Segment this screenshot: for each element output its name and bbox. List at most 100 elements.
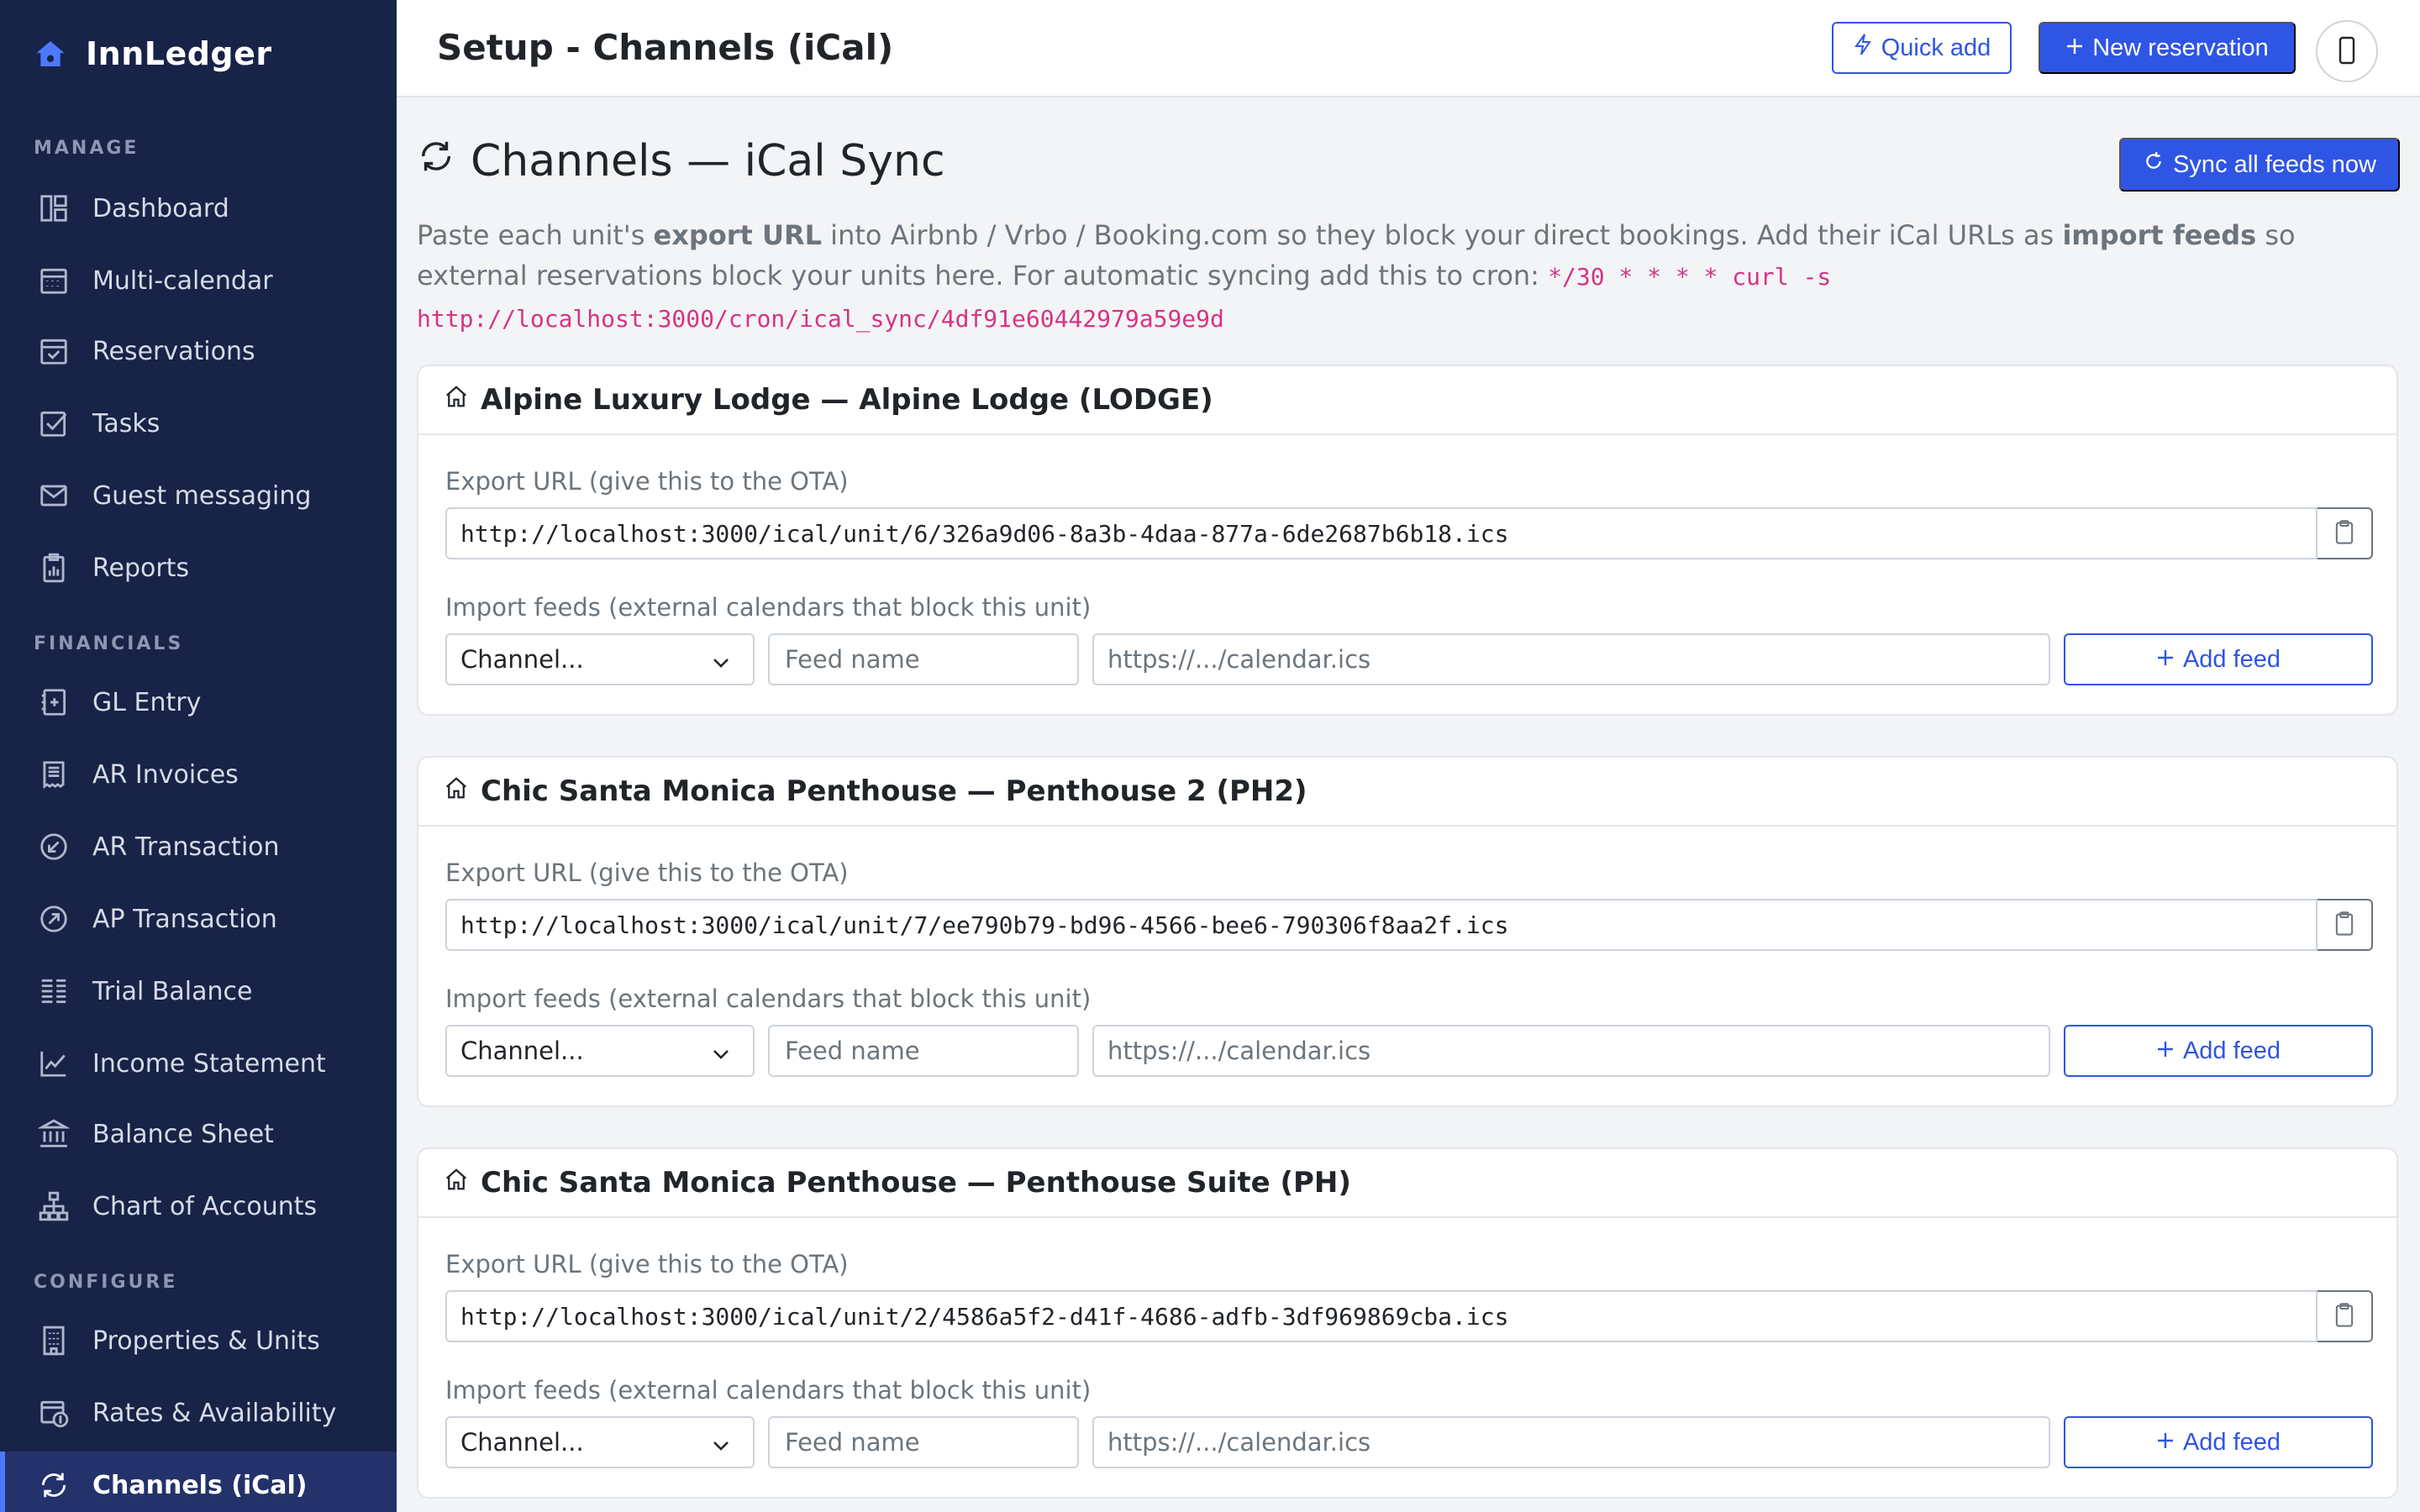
sidebar-item-rates-availability[interactable]: Rates & Availability xyxy=(0,1379,397,1446)
add-feed-button[interactable]: Add feed xyxy=(2064,1025,2373,1077)
copy-button[interactable] xyxy=(2317,507,2373,559)
card-header: Alpine Luxury Lodge — Alpine Lodge (LODG… xyxy=(418,366,2396,435)
intro-part: into Airbnb / Vrbo / Booking.com so they… xyxy=(822,219,2063,251)
new-reservation-button[interactable]: New reservation xyxy=(2039,22,2296,74)
sidebar-item-label: Multi-calendar xyxy=(92,265,273,296)
chevron-down-icon xyxy=(711,1433,731,1462)
clipboard-icon xyxy=(2333,519,2356,549)
refresh-icon xyxy=(2143,150,2165,179)
house-icon xyxy=(444,774,469,808)
sidebar-item-ap-transaction[interactable]: AP Transaction xyxy=(0,885,397,953)
copy-button[interactable] xyxy=(2317,1290,2373,1342)
add-feed-label: Add feed xyxy=(2182,1037,2281,1064)
feed-name-input[interactable]: Feed name xyxy=(768,1416,1079,1468)
sidebar-item-tasks[interactable]: Tasks xyxy=(0,390,397,457)
import-feeds-label: Import feeds (external calendars that bl… xyxy=(445,1376,1092,1404)
channel-select[interactable]: Channel... xyxy=(445,633,755,685)
heading-text: Channels — iCal Sync xyxy=(471,136,945,186)
plus-icon xyxy=(2065,34,2084,62)
mobile-view-button[interactable] xyxy=(2316,20,2378,82)
plus-icon xyxy=(2156,646,2175,674)
sidebar-item-channels-ical[interactable]: Channels (iCal) xyxy=(0,1452,397,1512)
export-url-group: http://localhost:3000/ical/unit/2/4586a5… xyxy=(445,1290,2373,1342)
unit-card: Chic Santa Monica Penthouse — Penthouse … xyxy=(417,756,2398,1107)
plus-icon xyxy=(2156,1429,2175,1457)
sidebar-item-label: Income Statement xyxy=(92,1048,326,1079)
unit-card: Alpine Luxury Lodge — Alpine Lodge (LODG… xyxy=(417,365,2398,716)
sidebar-item-multi-calendar[interactable]: Multi-calendar xyxy=(0,247,397,314)
intro-text: Paste each unit's export URL into Airbnb… xyxy=(417,215,2408,339)
sidebar-item-income-statement[interactable]: Income Statement xyxy=(0,1030,397,1097)
feed-name-input[interactable]: Feed name xyxy=(768,633,1079,685)
sidebar-item-gl-entry[interactable]: GL Entry xyxy=(0,669,397,736)
page-title: Setup - Channels (iCal) xyxy=(437,27,894,68)
feed-name-input[interactable]: Feed name xyxy=(768,1025,1079,1077)
list-columns-icon xyxy=(37,974,71,1008)
sidebar-item-reservations[interactable]: Reservations xyxy=(0,318,397,385)
sidebar-item-ar-transaction[interactable]: AR Transaction xyxy=(0,813,397,880)
journal-plus-icon xyxy=(37,685,71,719)
quick-add-button[interactable]: Quick add xyxy=(1832,22,2012,74)
add-feed-button[interactable]: Add feed xyxy=(2064,633,2373,685)
sync-icon xyxy=(417,136,455,186)
import-feeds-label: Import feeds (external calendars that bl… xyxy=(445,593,1092,622)
export-url-input[interactable]: http://localhost:3000/ical/unit/7/ee790b… xyxy=(445,899,2317,951)
channel-select[interactable]: Channel... xyxy=(445,1416,755,1468)
unit-title: Chic Santa Monica Penthouse — Penthouse … xyxy=(481,774,1307,808)
export-url-label: Export URL (give this to the OTA) xyxy=(445,1250,849,1278)
sidebar-item-label: Dashboard xyxy=(92,193,229,223)
sidebar: InnLedger MANAGE Dashboard Multi-calenda… xyxy=(0,0,397,1512)
plus-icon xyxy=(2156,1037,2175,1065)
sidebar-item-chart-of-accounts[interactable]: Chart of Accounts xyxy=(0,1173,397,1240)
sidebar-item-label: GL Entry xyxy=(92,687,202,717)
intro-bold-import-feeds: import feeds xyxy=(2062,219,2257,251)
clipboard-icon xyxy=(2333,911,2356,940)
brand[interactable]: InnLedger xyxy=(34,32,272,76)
section-label-financials: FINANCIALS xyxy=(34,633,184,654)
sidebar-item-properties-units[interactable]: Properties & Units xyxy=(0,1307,397,1374)
sidebar-item-label: AR Transaction xyxy=(92,832,280,862)
clipboard-chart-icon xyxy=(37,551,71,585)
chevron-down-icon xyxy=(711,650,731,679)
calendar-check-icon xyxy=(37,334,71,368)
receipt-icon xyxy=(37,758,71,791)
export-url-group: http://localhost:3000/ical/unit/7/ee790b… xyxy=(445,899,2373,951)
feed-url-input[interactable]: https://.../calendar.ics xyxy=(1092,633,2050,685)
bank-icon xyxy=(37,1117,71,1151)
sidebar-item-label: Rates & Availability xyxy=(92,1398,337,1428)
dashboard-icon xyxy=(37,192,71,225)
sidebar-item-ar-invoices[interactable]: AR Invoices xyxy=(0,741,397,808)
sidebar-item-label: Properties & Units xyxy=(92,1326,320,1356)
sidebar-item-label: Channels (iCal) xyxy=(92,1470,308,1500)
sidebar-item-guest-messaging[interactable]: Guest messaging xyxy=(0,462,397,529)
import-feeds-label: Import feeds (external calendars that bl… xyxy=(445,984,1092,1013)
section-heading: Channels — iCal Sync xyxy=(417,136,945,186)
sidebar-item-label: AP Transaction xyxy=(92,904,277,934)
building-icon xyxy=(37,1324,71,1357)
envelope-icon xyxy=(37,479,71,512)
channel-select-value: Channel... xyxy=(460,645,584,674)
sidebar-item-label: Trial Balance xyxy=(92,976,253,1006)
diagram-icon xyxy=(37,1189,71,1223)
feed-url-input[interactable]: https://.../calendar.ics xyxy=(1092,1416,2050,1468)
copy-button[interactable] xyxy=(2317,899,2373,951)
export-url-input[interactable]: http://localhost:3000/ical/unit/6/326a9d… xyxy=(445,507,2317,559)
brand-name: InnLedger xyxy=(86,35,272,72)
new-reservation-label: New reservation xyxy=(2092,34,2269,61)
arrow-down-left-circle-icon xyxy=(37,830,71,864)
phone-icon xyxy=(2338,36,2356,67)
export-url-input[interactable]: http://localhost:3000/ical/unit/2/4586a5… xyxy=(445,1290,2317,1342)
sidebar-item-reports[interactable]: Reports xyxy=(0,534,397,601)
channel-select[interactable]: Channel... xyxy=(445,1025,755,1077)
quick-add-label: Quick add xyxy=(1881,34,1991,61)
sync-all-feeds-button[interactable]: Sync all feeds now xyxy=(2119,138,2400,192)
feed-url-input[interactable]: https://.../calendar.ics xyxy=(1092,1025,2050,1077)
graph-up-icon xyxy=(37,1047,71,1080)
sidebar-item-balance-sheet[interactable]: Balance Sheet xyxy=(0,1100,397,1168)
lightning-icon xyxy=(1853,33,1873,63)
house-icon xyxy=(444,1166,469,1200)
add-feed-button[interactable]: Add feed xyxy=(2064,1416,2373,1468)
sidebar-item-dashboard[interactable]: Dashboard xyxy=(0,175,397,242)
sidebar-item-trial-balance[interactable]: Trial Balance xyxy=(0,958,397,1025)
house-icon xyxy=(444,383,469,417)
